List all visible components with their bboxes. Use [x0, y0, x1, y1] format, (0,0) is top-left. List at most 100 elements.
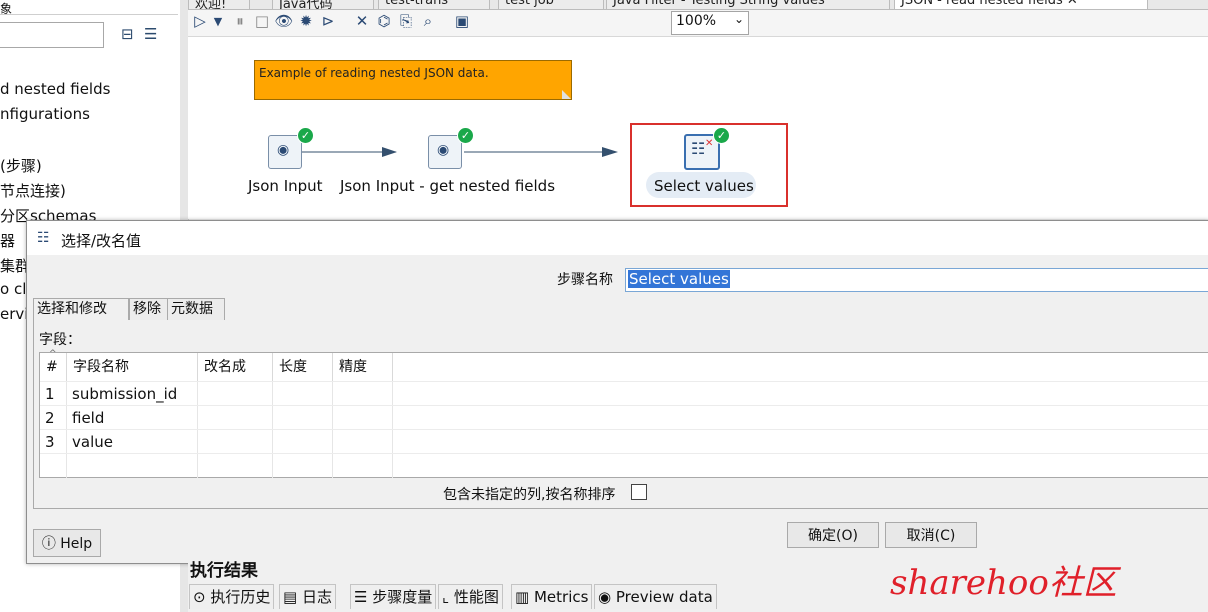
- include-unspecified-label: 包含未指定的列,按名称排序: [443, 487, 616, 503]
- row-number: 1: [40, 382, 67, 406]
- field-name-cell[interactable]: value: [67, 430, 198, 454]
- tab-label: JSON - read nested fields ✕: [901, 0, 1078, 8]
- json-input-nested-step-icon[interactable]: ◉: [428, 135, 462, 169]
- history-icon: ⊙: [193, 588, 206, 606]
- table-row[interactable]: 2 field: [40, 405, 1208, 430]
- tree-item[interactable]: d nested fields: [0, 80, 110, 98]
- tree-item[interactable]: 节点连接): [0, 180, 66, 201]
- rename-cell[interactable]: [198, 454, 273, 478]
- precision-cell[interactable]: [333, 430, 393, 454]
- tab-meta-data[interactable]: 元数据: [167, 298, 225, 320]
- verify-icon[interactable]: ✕: [352, 12, 372, 30]
- help-button[interactable]: ⓘ Help: [33, 529, 101, 557]
- select-values-dialog: ☷ 选择/改名值 步骤名称 Select values 选择和修改 移除 元数据…: [26, 220, 1208, 564]
- pause-icon[interactable]: ⏸: [230, 12, 250, 30]
- length-cell[interactable]: [273, 454, 333, 478]
- column-header-rename[interactable]: 改名成: [198, 353, 273, 381]
- column-header-length[interactable]: 长度: [273, 353, 333, 381]
- column-header-precision[interactable]: 精度: [333, 353, 393, 381]
- field-name-cell[interactable]: submission_id: [67, 382, 198, 406]
- tab-label: Preview data: [615, 588, 713, 606]
- run-icon[interactable]: ▷: [190, 12, 210, 30]
- tab-label: 元数据: [171, 301, 213, 317]
- collapse-all-icon[interactable]: ⊟: [121, 25, 134, 43]
- note-text: Example of reading nested JSON data.: [259, 66, 489, 80]
- log-icon: ▤: [283, 588, 298, 606]
- rename-cell[interactable]: [198, 382, 273, 406]
- length-cell[interactable]: [273, 406, 333, 430]
- metrics-icon: ▥: [515, 588, 530, 606]
- rename-cell[interactable]: [198, 406, 273, 430]
- table-row-empty[interactable]: [40, 453, 1208, 478]
- sql-icon[interactable]: ⎘: [396, 12, 416, 30]
- ok-button[interactable]: 确定(O): [787, 522, 879, 548]
- dialog-tabbar: 选择和修改 移除 元数据: [33, 298, 1208, 321]
- tree-item[interactable]: nfigurations: [0, 105, 90, 123]
- tree-item[interactable]: 器: [0, 230, 15, 251]
- stop-icon[interactable]: □: [252, 12, 272, 30]
- length-cell[interactable]: [273, 430, 333, 454]
- watermark-text: sharehoo社区: [890, 563, 1117, 603]
- left-search-input[interactable]: [0, 22, 104, 48]
- tab-execution-history[interactable]: ⊙ 执行历史: [189, 584, 275, 609]
- preview-icon[interactable]: 👁: [274, 12, 294, 30]
- tab-metrics[interactable]: ▥ Metrics: [511, 584, 593, 609]
- json-icon: ◉: [437, 142, 450, 158]
- column-header-fieldname[interactable]: 字段名称: [67, 353, 198, 381]
- precision-cell[interactable]: [333, 382, 393, 406]
- run-dropdown-icon[interactable]: ▼: [208, 15, 228, 28]
- cancel-button[interactable]: 取消(C): [885, 522, 977, 548]
- length-cell[interactable]: [273, 382, 333, 406]
- json-icon: ◉: [277, 142, 290, 158]
- column-header-label: 精度: [339, 359, 367, 375]
- tab-label: 选择和修改: [37, 301, 107, 317]
- tab-step-metrics[interactable]: ☰ 步骤度量: [350, 584, 437, 609]
- tab-logging[interactable]: ▤ 日志: [279, 584, 336, 609]
- tab-label: 步骤度量: [372, 588, 433, 606]
- tab-select-and-alter[interactable]: 选择和修改: [33, 298, 129, 321]
- include-unspecified-checkbox[interactable]: [631, 484, 647, 500]
- table-row[interactable]: 3 value: [40, 429, 1208, 454]
- tab-java-filter[interactable]: Java Filter - Testing String values: [606, 0, 890, 9]
- tab-welcome[interactable]: 欢迎!: [188, 0, 250, 9]
- tab-label: Java Filter - Testing String values: [613, 0, 825, 8]
- step-label[interactable]: Json Input - get nested fields: [340, 177, 555, 195]
- zoom-select[interactable]: 100% ⌄: [671, 11, 749, 35]
- precision-cell[interactable]: [333, 454, 393, 478]
- show-results-icon[interactable]: ▣: [452, 12, 472, 30]
- tab-json-read-nested[interactable]: JSON - read nested fields ✕: [894, 0, 1148, 9]
- column-header-label: #: [46, 359, 58, 375]
- column-header-label: 字段名称: [73, 359, 129, 375]
- hop-arrows: [302, 147, 618, 157]
- step-name-input[interactable]: Select values: [625, 268, 1208, 292]
- explore-db-icon[interactable]: ⌕: [418, 12, 438, 30]
- sort-up-icon: ^: [49, 349, 57, 359]
- step-label[interactable]: Json Input: [248, 177, 323, 195]
- tab-performance-graph[interactable]: ⌞ 性能图: [438, 584, 503, 609]
- json-input-step-icon[interactable]: ◉: [268, 135, 302, 169]
- table-row[interactable]: 1 submission_id: [40, 381, 1208, 406]
- expand-all-icon[interactable]: ☰: [144, 25, 157, 43]
- dialog-title: 选择/改名值: [61, 232, 142, 250]
- tab-test-trans[interactable]: test-trans: [378, 0, 490, 9]
- tab-label: Metrics: [533, 588, 589, 606]
- tab-test-job[interactable]: test job: [498, 0, 604, 9]
- field-name-cell[interactable]: [67, 454, 198, 478]
- row-number: 2: [40, 406, 67, 430]
- tab-label: 移除: [133, 301, 161, 317]
- impact-icon[interactable]: ⌬: [374, 12, 394, 30]
- left-top-box: 象: [0, 0, 178, 16]
- hop-arrowhead-1: [382, 147, 397, 157]
- debug-icon[interactable]: ✹: [296, 12, 316, 30]
- tree-item[interactable]: (步骤): [0, 155, 42, 176]
- rename-cell[interactable]: [198, 430, 273, 454]
- replay-icon[interactable]: ⊳: [318, 12, 338, 30]
- row-number: [40, 454, 67, 478]
- fields-table[interactable]: # ^ 字段名称 改名成 长度 精度 1 submission_id 2 fie…: [39, 349, 1208, 478]
- precision-cell[interactable]: [333, 406, 393, 430]
- cancel-label: 取消(C): [906, 528, 956, 544]
- field-name-cell[interactable]: field: [67, 406, 198, 430]
- tab-preview-data[interactable]: ◉ Preview data: [594, 584, 717, 609]
- tab-java-code[interactable]: Java代码: [272, 0, 374, 9]
- canvas-note[interactable]: Example of reading nested JSON data.: [254, 60, 572, 100]
